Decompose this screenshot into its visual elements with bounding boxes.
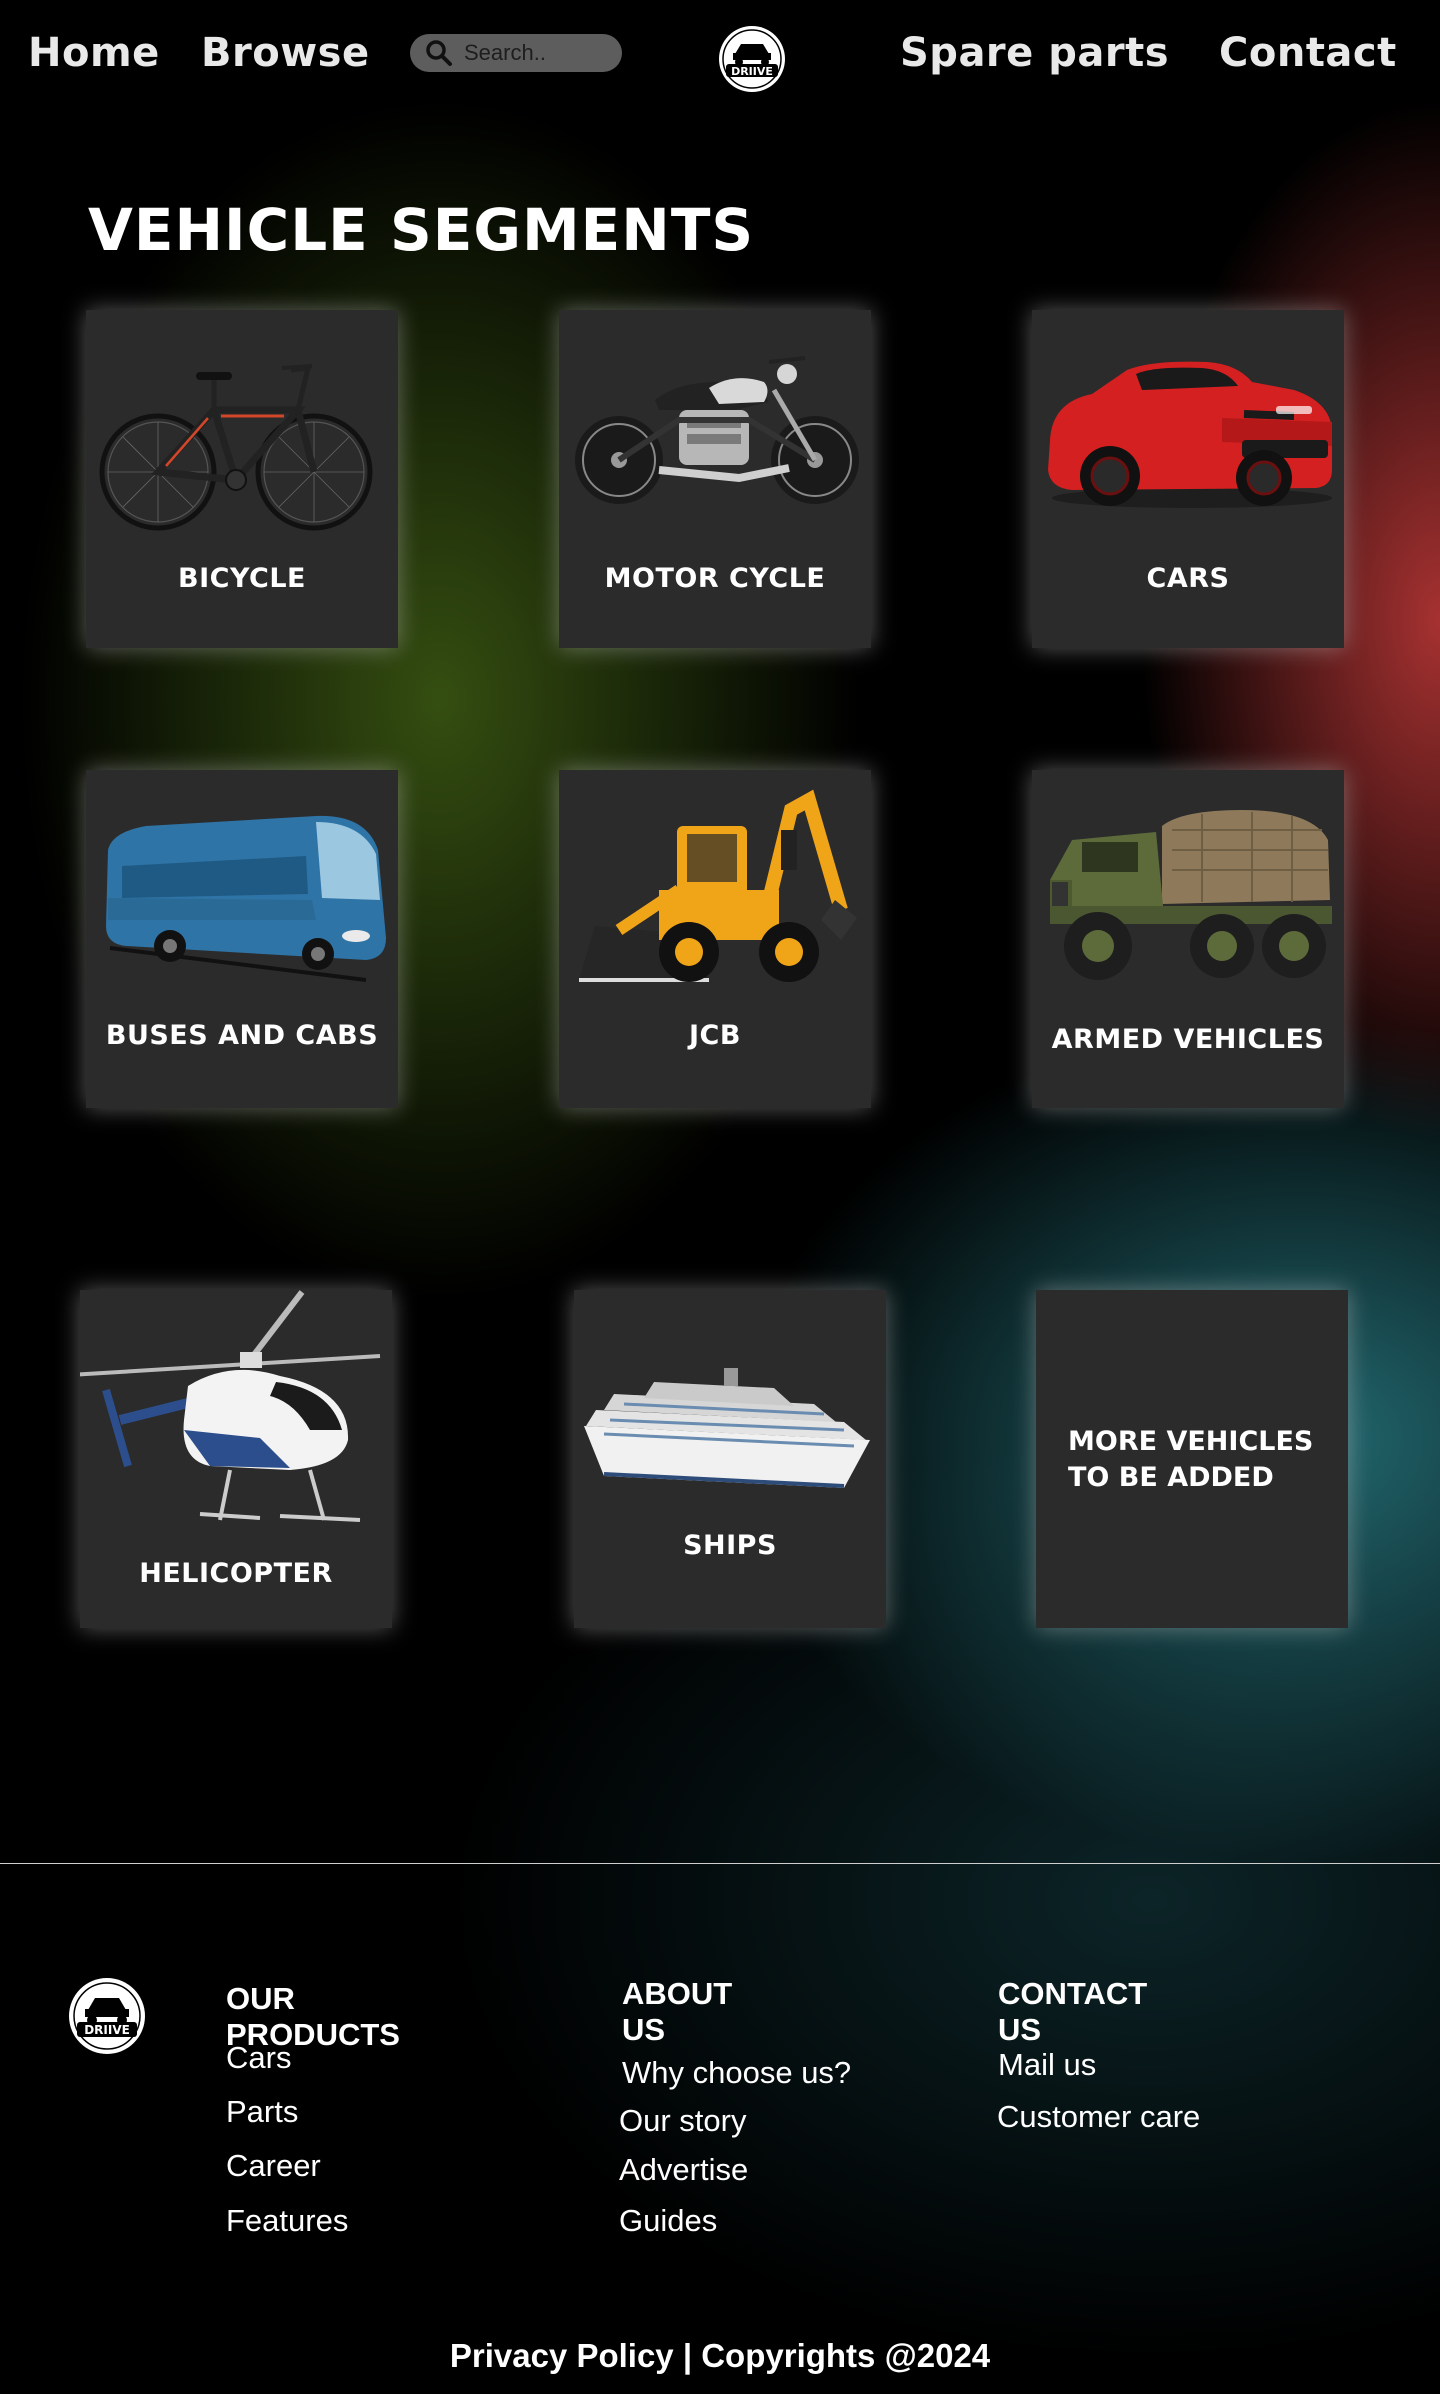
footer-link-why-choose-us[interactable]: Why choose us? <box>622 2055 851 2091</box>
search-icon <box>426 40 452 66</box>
nav-home-link[interactable]: Home <box>28 30 160 76</box>
card-jcb[interactable]: JCB <box>559 770 871 1108</box>
footer-link-our-story[interactable]: Our story <box>619 2103 746 2139</box>
car-image <box>1048 361 1332 508</box>
nav-spare-parts-link[interactable]: Spare parts <box>900 30 1169 76</box>
card-buses-and-cabs[interactable]: BUSES AND CABS <box>86 770 398 1108</box>
helicopter-image <box>80 1290 381 1522</box>
search-bar[interactable] <box>410 34 622 72</box>
footer-link-features[interactable]: Features <box>226 2203 348 2239</box>
footer-logo[interactable]: DRIIVE <box>67 1976 147 2056</box>
footer-divider <box>0 1863 1440 1864</box>
card-label: SHIPS <box>683 1530 777 1561</box>
bicycle-image <box>99 364 373 531</box>
search-input[interactable] <box>464 40 604 66</box>
top-nav: Home Browse DRIIVE Spare parts Contact <box>0 0 1440 120</box>
footer-link-parts[interactable]: Parts <box>226 2094 298 2130</box>
footer-link-guides[interactable]: Guides <box>619 2203 717 2239</box>
nav-browse-link[interactable]: Browse <box>201 30 370 76</box>
card-label: BUSES AND CABS <box>105 1020 379 1051</box>
card-label: JCB <box>689 1020 741 1051</box>
footer-link-advertise[interactable]: Advertise <box>619 2152 748 2188</box>
card-label: MOTOR CYCLE <box>604 563 826 594</box>
card-armed-vehicles[interactable]: ARMED VEHICLES <box>1032 770 1344 1108</box>
copyright-text: Privacy Policy | Copyrights @2024 <box>449 2337 991 2374</box>
card-motor-cycle[interactable]: MOTOR CYCLE <box>559 310 871 648</box>
armed-truck-image <box>1050 810 1332 980</box>
card-label: MORE VEHICLES TO BE ADDED <box>1068 1426 1314 1493</box>
footer-logo-text: DRIIVE <box>84 2023 130 2037</box>
footer-link-mail-us[interactable]: Mail us <box>998 2047 1096 2083</box>
card-label: BICYCLE <box>178 563 306 594</box>
card-helicopter[interactable]: HELICOPTER <box>80 1290 392 1628</box>
card-label: HELICOPTER <box>139 1558 333 1589</box>
jcb-image <box>579 789 857 982</box>
motorcycle-image <box>575 356 859 504</box>
footer-link-cars[interactable]: Cars <box>226 2040 291 2076</box>
logo-text: DRIIVE <box>731 65 773 78</box>
card-cars[interactable]: CARS <box>1032 310 1344 648</box>
card-bicycle[interactable]: BICYCLE <box>86 310 398 648</box>
card-ships[interactable]: SHIPS <box>574 1290 886 1628</box>
footer-link-career[interactable]: Career <box>226 2148 321 2184</box>
footer-contact-heading: CONTACT US <box>998 1976 1148 2047</box>
footer-link-customer-care[interactable]: Customer care <box>997 2099 1200 2135</box>
bus-image <box>106 815 386 982</box>
page-title: VEHICLE SEGMENTS <box>88 196 755 264</box>
footer-about-heading: ABOUT US <box>622 1976 733 2047</box>
nav-contact-link[interactable]: Contact <box>1219 30 1397 76</box>
ship-image <box>584 1368 870 1488</box>
card-label: CARS <box>1146 563 1230 594</box>
card-label: ARMED VEHICLES <box>1051 1024 1325 1055</box>
card-more-vehicles[interactable]: MORE VEHICLES TO BE ADDED <box>1036 1290 1348 1628</box>
brand-logo[interactable]: DRIIVE <box>717 24 787 94</box>
